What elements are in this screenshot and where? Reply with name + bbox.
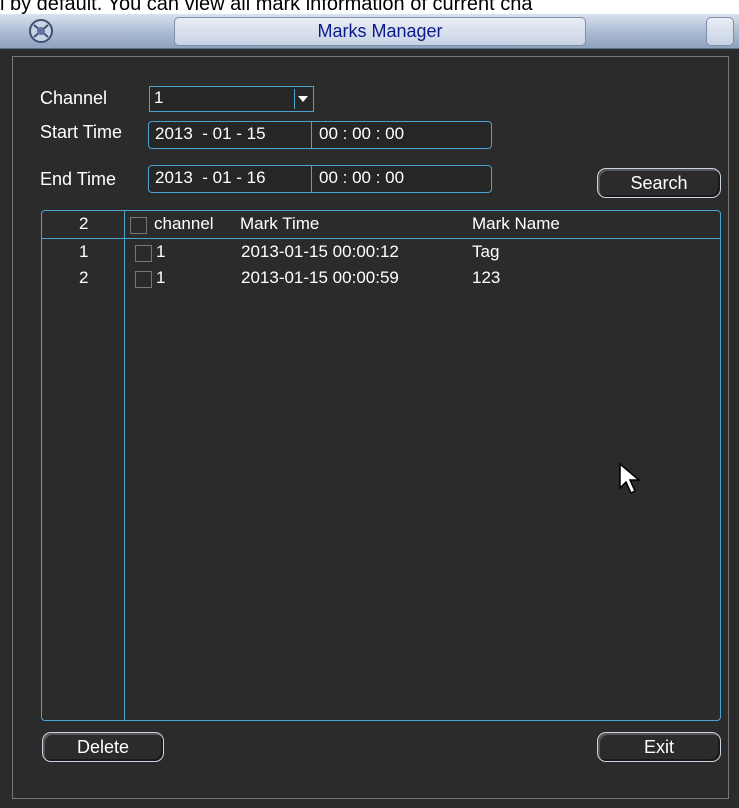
row-checkbox[interactable]	[135, 245, 152, 262]
header-mark-time: Mark Time	[240, 214, 320, 233]
end-time-label: End Time	[40, 169, 117, 189]
exit-button[interactable]: Exit	[597, 732, 721, 762]
record-count: 2	[79, 214, 89, 233]
field-divider	[311, 122, 312, 148]
start-time-label: Start Time	[40, 122, 123, 142]
start-time-value[interactable]: 00 : 00 : 00	[319, 124, 404, 144]
window-title: Marks Manager	[317, 21, 443, 41]
row-mark-time: 2013-01-15 00:00:59	[241, 268, 399, 287]
app-logo-icon	[29, 19, 53, 43]
channel-label: Channel	[40, 88, 108, 108]
row-index: 1	[79, 242, 89, 261]
header-divider	[42, 238, 720, 239]
dropdown-arrow-icon[interactable]	[294, 89, 311, 109]
end-time-value[interactable]: 00 : 00 : 00	[319, 168, 404, 188]
title-right-pill	[706, 17, 734, 46]
row-checkbox[interactable]	[135, 271, 152, 288]
channel-select[interactable]: 1	[149, 86, 314, 112]
channel-select-value: 1	[154, 88, 164, 107]
row-mark-name: 123	[472, 268, 501, 287]
row-index: 2	[79, 268, 89, 287]
row-mark-time: 2013-01-15 00:00:12	[241, 242, 399, 261]
row-channel: 1	[156, 268, 166, 287]
header-mark-name: Mark Name	[472, 214, 560, 233]
marks-manager-window: Marks Manager Channel 1 Start Time 2013 …	[0, 14, 739, 808]
delete-button[interactable]: Delete	[42, 732, 164, 762]
search-button[interactable]: Search	[597, 168, 721, 198]
title-bar: Marks Manager	[0, 14, 739, 49]
title-pill: Marks Manager	[174, 17, 586, 46]
mouse-pointer-icon	[619, 462, 642, 495]
row-channel: 1	[156, 242, 166, 261]
row-mark-name: Tag	[472, 242, 500, 261]
end-time-field[interactable]: 2013 - 01 - 16 00 : 00 : 00	[148, 165, 492, 193]
column-divider	[124, 211, 125, 720]
start-time-field[interactable]: 2013 - 01 - 15 00 : 00 : 00	[148, 121, 492, 149]
select-all-checkbox[interactable]	[130, 217, 147, 234]
start-date-value[interactable]: 2013 - 01 - 15	[155, 124, 266, 144]
end-date-value[interactable]: 2013 - 01 - 16	[155, 168, 266, 188]
field-divider	[311, 166, 312, 192]
header-channel: channel	[154, 214, 214, 233]
